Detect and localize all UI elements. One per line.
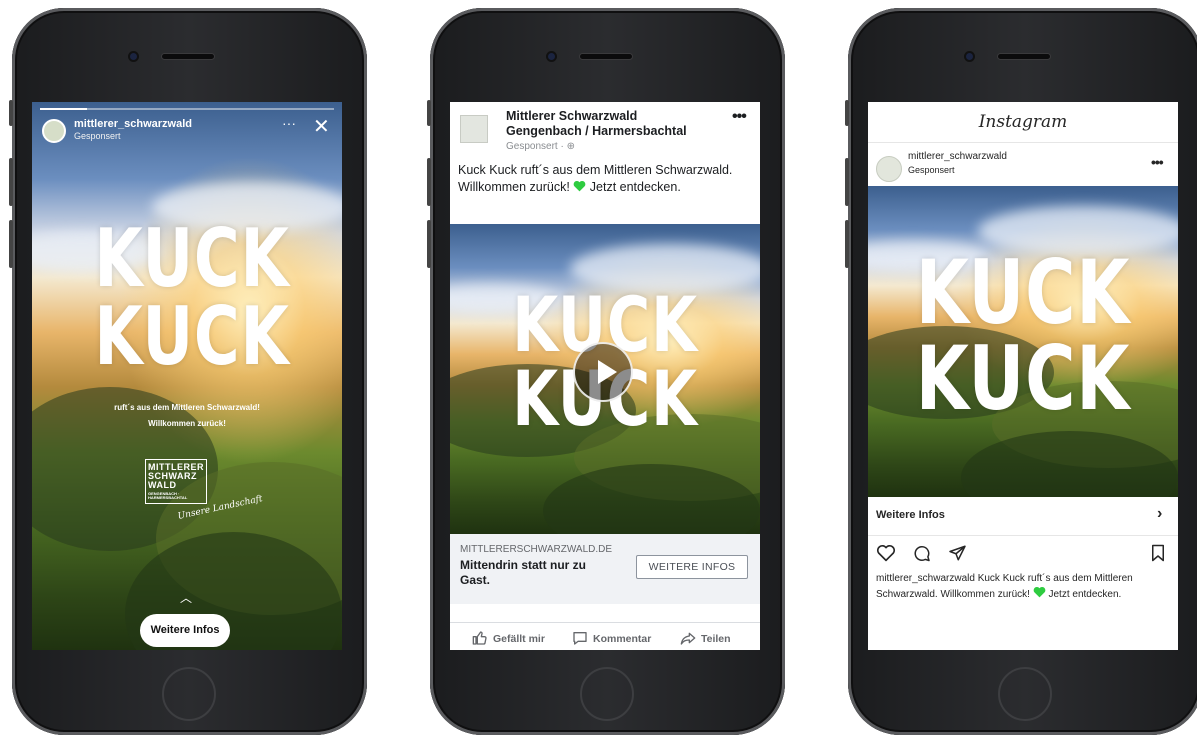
post-username[interactable]: mittlerer_schwarzwald <box>908 151 1007 162</box>
thumbs-up-icon <box>472 631 487 645</box>
share-icon[interactable] <box>948 544 967 562</box>
play-icon[interactable] <box>573 342 633 402</box>
volume-down-button <box>427 220 431 268</box>
story-username[interactable]: mittlerer_schwarzwald <box>74 118 192 130</box>
logo-text: WALD <box>148 480 177 491</box>
comment-label: Kommentar <box>593 633 652 645</box>
post-caption: mittlerer_schwarzwald Kuck Kuck ruft´s a… <box>876 572 1176 602</box>
page-name[interactable]: Mittlerer Schwarzwald Gengenbach / Harme… <box>506 109 716 139</box>
earpiece-speaker <box>998 54 1050 59</box>
comment-button[interactable]: Kommentar <box>572 630 651 646</box>
story-tagline: Willkommen zurück! <box>148 419 226 428</box>
weitere-infos-button[interactable]: Weitere Infos <box>140 614 230 647</box>
front-camera <box>130 53 137 60</box>
link-url: MITTLERERSCHWARZWALD.DE <box>460 544 613 555</box>
home-button[interactable] <box>998 667 1052 721</box>
more-options-icon[interactable]: ··· <box>282 115 296 131</box>
mute-switch <box>9 100 13 126</box>
comment-icon <box>573 632 587 645</box>
logo-subtext: GENGENBACH · HARMERSBACHTAL <box>148 490 188 500</box>
story-tagline: ruft´s aus dem Mittleren Schwarzwald! <box>114 403 260 412</box>
story-screen: mittlerer_schwarzwald Gesponsert ··· ✕ K… <box>32 102 342 650</box>
post-actions-bar: Gefällt mir Kommentar Teilen <box>450 622 760 650</box>
volume-up-button <box>427 158 431 206</box>
link-headline: Mittendrin statt nur zu Gast. <box>460 558 586 587</box>
avatar[interactable] <box>42 119 66 143</box>
share-icon <box>680 632 696 645</box>
kuck-headline: KUCK KUCK <box>906 241 1140 431</box>
earpiece-speaker <box>580 54 632 59</box>
sponsored-label: Gesponsert <box>908 165 955 175</box>
avatar[interactable] <box>876 156 902 182</box>
post-text: Kuck Kuck ruft´s aus dem Mittleren Schwa… <box>458 162 748 196</box>
home-button[interactable] <box>162 667 216 721</box>
mute-switch <box>845 100 849 126</box>
headline-line: KUCK <box>94 290 290 384</box>
link-preview[interactable]: MITTLERERSCHWARZWALD.DE Mittendrin statt… <box>450 534 760 604</box>
mute-switch <box>427 100 431 126</box>
kuck-headline: KUCK KUCK <box>75 212 309 384</box>
more-options-icon[interactable]: ••• <box>1151 154 1164 170</box>
sponsored-label: Gesponsert <box>74 131 121 141</box>
app-header: Instagram <box>868 102 1178 143</box>
bookmark-icon[interactable] <box>1150 544 1166 562</box>
front-camera <box>548 53 555 60</box>
page-avatar[interactable] <box>460 115 488 143</box>
earpiece-speaker <box>162 54 214 59</box>
green-heart-icon <box>1033 586 1046 598</box>
green-heart-icon <box>573 180 586 192</box>
volume-up-button <box>9 158 13 206</box>
phone-story: mittlerer_schwarzwald Gesponsert ··· ✕ K… <box>9 8 367 735</box>
weitere-infos-bar[interactable]: Weitere Infos › <box>868 497 1178 536</box>
instagram-screen: Instagram mittlerer_schwarzwald Gesponse… <box>868 102 1178 650</box>
phone-instagram: Instagram mittlerer_schwarzwald Gesponse… <box>845 8 1197 735</box>
volume-up-button <box>845 158 849 206</box>
facebook-screen: Mittlerer Schwarzwald Gengenbach / Harme… <box>450 102 760 650</box>
phone-facebook: Mittlerer Schwarzwald Gengenbach / Harme… <box>427 8 785 735</box>
chevron-right-icon: › <box>1157 505 1163 522</box>
close-icon[interactable]: ✕ <box>313 114 330 139</box>
headline-line: KUCK <box>915 241 1131 344</box>
share-label: Teilen <box>701 633 731 645</box>
sponsored-label: Gesponsert · ⊕ <box>506 141 575 152</box>
volume-down-button <box>845 220 849 268</box>
weitere-infos-button[interactable]: WEITERE INFOS <box>636 555 748 579</box>
instagram-logo: Instagram <box>978 112 1068 132</box>
caption-part: Jetzt entdecken. <box>1045 589 1122 600</box>
volume-down-button <box>9 220 13 268</box>
front-camera <box>966 53 973 60</box>
comment-icon[interactable] <box>912 544 931 562</box>
post-text-part: Jetzt entdecken. <box>586 180 681 194</box>
story-progress-bar <box>40 108 334 110</box>
share-button[interactable]: Teilen <box>680 630 731 646</box>
like-label: Gefällt mir <box>493 633 545 645</box>
like-button[interactable]: Gefällt mir <box>472 630 545 646</box>
headline-line: KUCK <box>94 212 290 305</box>
headline-line: KUCK <box>915 327 1131 431</box>
weitere-infos-label: Weitere Infos <box>876 509 945 521</box>
swipe-up-icon[interactable]: ︿ <box>180 589 192 606</box>
heart-icon[interactable] <box>876 544 896 562</box>
home-button[interactable] <box>580 667 634 721</box>
more-options-icon[interactable]: ••• <box>732 108 747 126</box>
brand-logo: MITTLERER SCHWARZ WALD GENGENBACH · HARM… <box>145 459 207 504</box>
